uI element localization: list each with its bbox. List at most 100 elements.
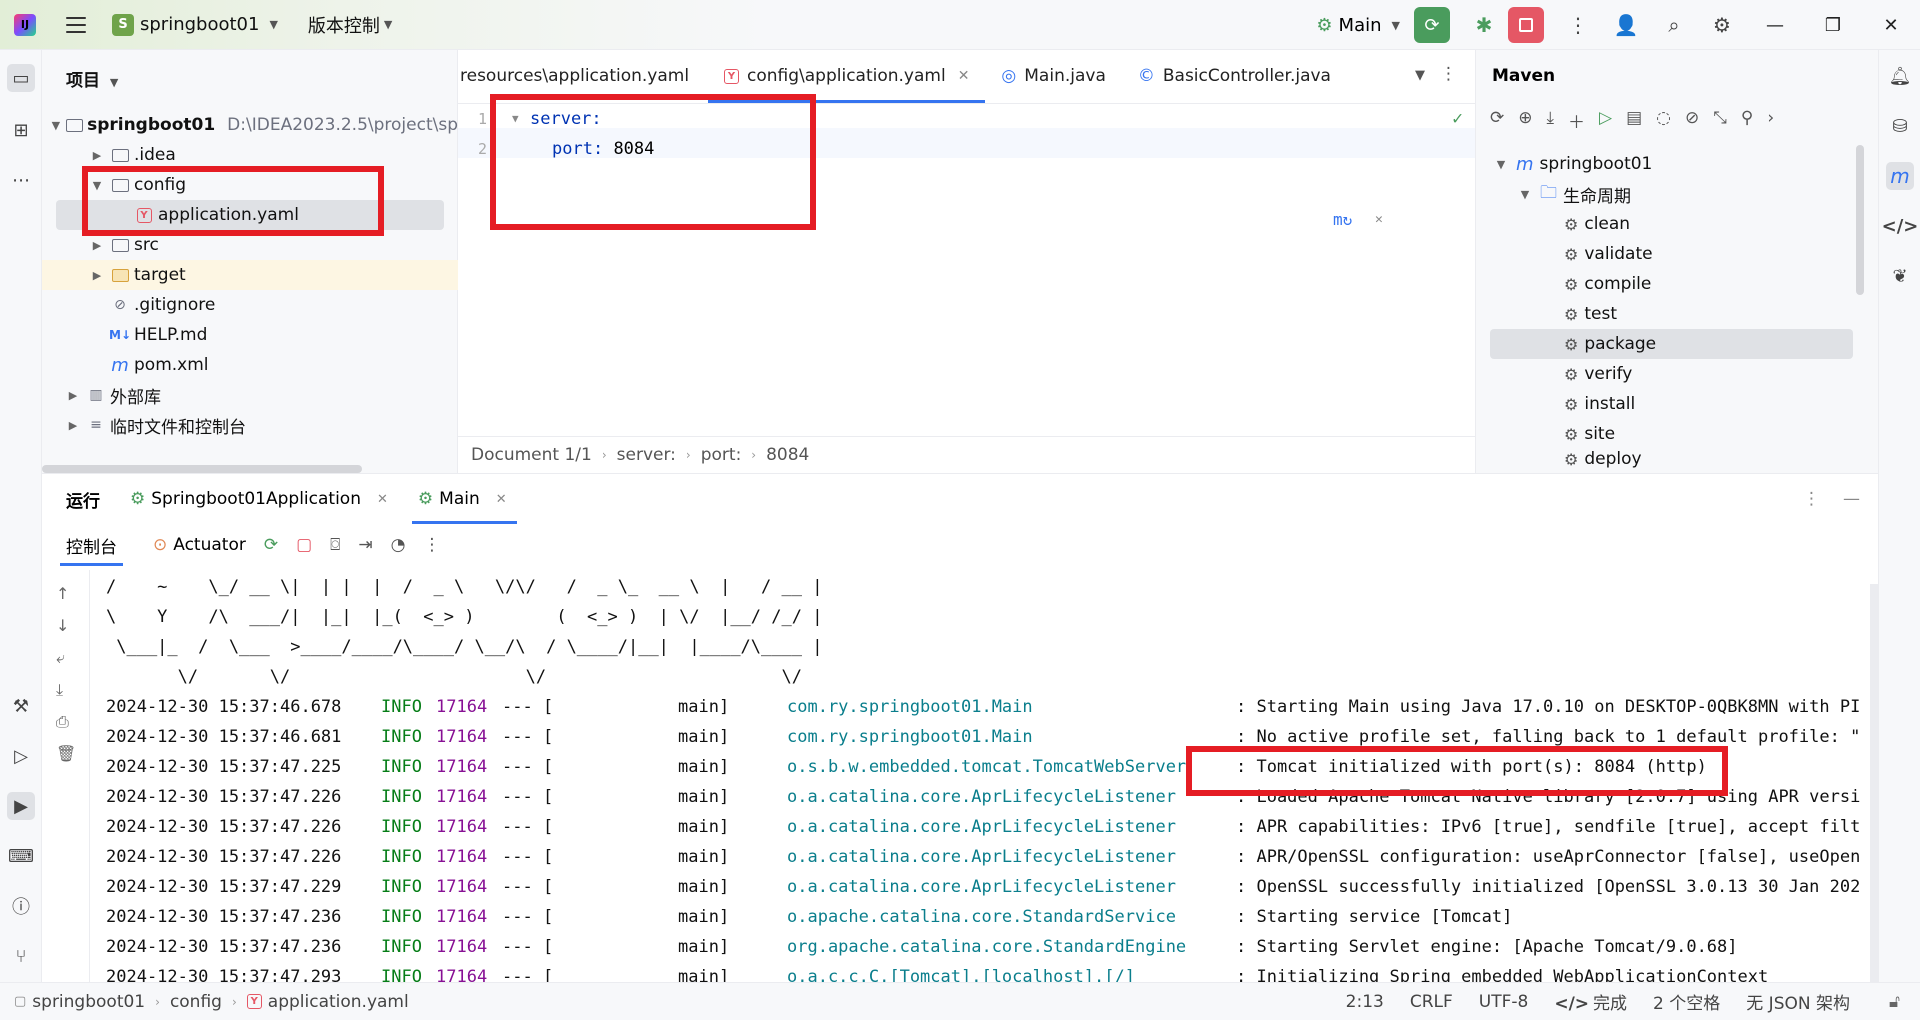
maven-root[interactable]: ▼ m springboot01 <box>1476 149 1879 179</box>
tree-item-target[interactable]: ▶ target <box>42 260 458 290</box>
tree-item-help-md[interactable]: M↓ HELP.md <box>42 320 458 350</box>
trash-icon[interactable]: 🗑︎ <box>56 744 76 763</box>
run-more-icon[interactable]: ⋮ <box>1803 489 1820 509</box>
status-crumb[interactable]: springboot01 <box>32 992 145 1012</box>
download-icon[interactable]: ⤓ <box>1547 108 1555 133</box>
hide-panel-icon[interactable]: — <box>1843 489 1860 509</box>
spring-icon[interactable]: ❦ <box>1886 262 1914 290</box>
stop-button[interactable] <box>1508 7 1544 43</box>
run-icon[interactable]: ▷ <box>1599 108 1612 133</box>
log-logger[interactable]: o.a.catalina.core.AprLifecycleListener <box>787 812 1176 842</box>
services-tool-icon[interactable]: ▷ <box>7 742 35 770</box>
maven-tool-icon[interactable]: m <box>1886 162 1914 190</box>
tab-more-icon[interactable]: ⋮ <box>1440 64 1457 84</box>
maven-goal-verify[interactable]: ⚙ verify <box>1476 359 1879 389</box>
log-logger[interactable]: o.a.catalina.core.AprLifecycleListener <box>787 872 1176 902</box>
notifications-icon[interactable]: 🔔︎ <box>1886 62 1914 90</box>
json-schema[interactable]: 无 JSON 架构 <box>1746 989 1850 1014</box>
git-tool-icon[interactable]: ⑂ <box>7 942 35 970</box>
file-encoding[interactable]: UTF-8 <box>1479 992 1529 1012</box>
debug-icon[interactable]: ✱ <box>1466 7 1502 43</box>
status-done[interactable]: </> 完成 <box>1554 989 1627 1014</box>
arrow-down-icon[interactable]: ↓ <box>56 616 69 635</box>
tab-list-chevron-icon[interactable]: ▼ <box>1415 68 1425 83</box>
reload-icon[interactable]: ⟳ <box>1490 108 1504 133</box>
tree-item-scratches[interactable]: ▶ ≡ 临时文件和控制台 <box>42 410 458 440</box>
print-icon[interactable]: ⎙ <box>56 712 69 732</box>
arrow-up-icon[interactable]: ↑ <box>56 584 69 603</box>
project-tool-icon[interactable]: ▭ <box>7 64 35 92</box>
maven-goal-package[interactable]: ⚙ package <box>1490 329 1853 359</box>
close-button[interactable]: ✕ <box>1862 15 1920 36</box>
soft-wrap-icon[interactable]: ⤶ <box>56 648 65 668</box>
maven-goal-compile[interactable]: ⚙ compile <box>1476 269 1879 299</box>
maven-goal-validate[interactable]: ⚙ validate <box>1476 239 1879 269</box>
problems-tool-icon[interactable]: ⓘ <box>7 892 35 920</box>
generate-sources-icon[interactable]: ⊕ <box>1518 108 1532 133</box>
close-tab-icon[interactable]: ✕ <box>377 492 388 507</box>
tab-main[interactable]: ⚙ Main ✕ <box>411 474 517 524</box>
vertical-scrollbar[interactable] <box>1856 145 1864 295</box>
more-icon[interactable]: ⋮ <box>423 535 440 555</box>
database-icon[interactable]: ⛁ <box>1886 112 1914 140</box>
tree-item-application-yaml[interactable]: Y application.yaml <box>56 200 444 230</box>
status-crumb[interactable]: application.yaml <box>268 992 409 1012</box>
tree-item-idea[interactable]: ▶ .idea <box>42 140 458 170</box>
tree-item-src[interactable]: ▶ src <box>42 230 458 260</box>
log-logger[interactable]: com.ry.springboot01.Main <box>787 692 1033 722</box>
skip-tests-icon[interactable]: ⊘ <box>1685 108 1699 133</box>
tree-item-external-libs[interactable]: ▶ ▥ 外部库 <box>42 380 458 410</box>
tree-item-pom-xml[interactable]: m pom.xml <box>42 350 458 380</box>
intellij-logo-icon[interactable]: IJ <box>14 13 36 36</box>
scroll-to-end-icon[interactable]: ⤓ <box>56 680 63 700</box>
more-options-icon[interactable]: ⋮ <box>1560 7 1596 43</box>
analyze-icon[interactable]: ⚲ <box>1741 108 1753 133</box>
caret-position[interactable]: 2:13 <box>1346 992 1384 1012</box>
project-panel-title[interactable]: 项目 ▼ <box>66 66 118 91</box>
more-tools-icon[interactable]: ⋯ <box>7 166 35 194</box>
restore-button[interactable]: ❐ <box>1804 15 1862 36</box>
tree-root[interactable]: ▼ springboot01 D:\IDEA2023.2.5\project\s… <box>42 110 458 140</box>
collapse-icon[interactable]: ⤡ <box>1713 108 1727 133</box>
tab-main-java[interactable]: ◎ Main.java <box>985 49 1121 103</box>
stop-icon[interactable]: ▢ <box>296 535 312 555</box>
exit-icon[interactable]: ⇥ <box>358 535 372 555</box>
log-logger[interactable]: o.a.catalina.core.AprLifecycleListener <box>787 782 1176 812</box>
close-tab-icon[interactable]: ✕ <box>496 492 507 507</box>
chevron-right-icon[interactable]: › <box>1767 108 1774 133</box>
tree-item-config[interactable]: ▼ config <box>42 170 458 200</box>
tab-springboot01-application[interactable]: ⚙ Springboot01Application ✕ <box>130 474 388 524</box>
code-area[interactable]: 1 2 ▼ server: port: 8084 ✓ m↻ ✕ <box>458 104 1475 484</box>
rerun-button[interactable]: ⟳ <box>1414 7 1450 43</box>
rerun-icon[interactable]: ⟳ <box>264 535 278 555</box>
log-logger[interactable]: o.a.catalina.core.AprLifecycleListener <box>787 842 1176 872</box>
maven-goal-clean[interactable]: ⚙ clean <box>1476 209 1879 239</box>
maven-goal-test[interactable]: ⚙ test <box>1476 299 1879 329</box>
offline-icon[interactable]: ◌ <box>1656 108 1671 133</box>
tab-console[interactable]: 控制台 <box>60 524 123 566</box>
maven-lifecycle[interactable]: ▼ 🗀 生命周期 <box>1476 179 1879 209</box>
add-icon[interactable]: ＋ <box>1568 108 1585 133</box>
build-tool-icon[interactable]: ⚒ <box>7 692 35 720</box>
log-logger[interactable]: org.apache.catalina.core.StandardEngine <box>787 932 1186 962</box>
tree-item-gitignore[interactable]: ⊘ .gitignore <box>42 290 458 320</box>
log-logger[interactable]: o.a.c.c.C.[Tomcat].[localhost].[/] <box>787 962 1135 983</box>
vcs-menu[interactable]: 版本控制 ▼ <box>308 12 392 38</box>
structure-tool-icon[interactable]: ⊞ <box>7 116 35 144</box>
indent-setting[interactable]: 2 个空格 <box>1653 989 1720 1014</box>
terminal-tool-icon[interactable]: ⌨ <box>7 842 35 870</box>
tab-basic-controller-java[interactable]: © BasicController.java <box>1122 49 1347 103</box>
minimize-button[interactable]: — <box>1746 15 1804 36</box>
horizontal-scrollbar[interactable] <box>42 465 362 473</box>
log-logger[interactable]: o.s.b.w.embedded.tomcat.TomcatWebServer <box>787 752 1186 782</box>
project-selector[interactable]: S springboot01 ▼ <box>112 13 278 36</box>
gear-icon[interactable]: ⚙ <box>1704 7 1740 43</box>
console-output[interactable]: / ~ \_/ __ \| | | | / _ \ \/\/ / _ \_ __… <box>106 570 1866 983</box>
log-logger[interactable]: com.ry.springboot01.Main <box>787 722 1033 752</box>
code-with-me-icon[interactable]: 👤 <box>1608 7 1644 43</box>
tab-actuator[interactable]: ⊙ Actuator <box>153 524 246 566</box>
log-logger[interactable]: o.apache.catalina.core.StandardService <box>787 902 1176 932</box>
fold-chevron-icon[interactable]: ▼ <box>512 104 519 134</box>
no-problems-check-icon[interactable]: ✓ <box>1452 108 1463 129</box>
console-scrollbar[interactable] <box>1870 584 1878 984</box>
